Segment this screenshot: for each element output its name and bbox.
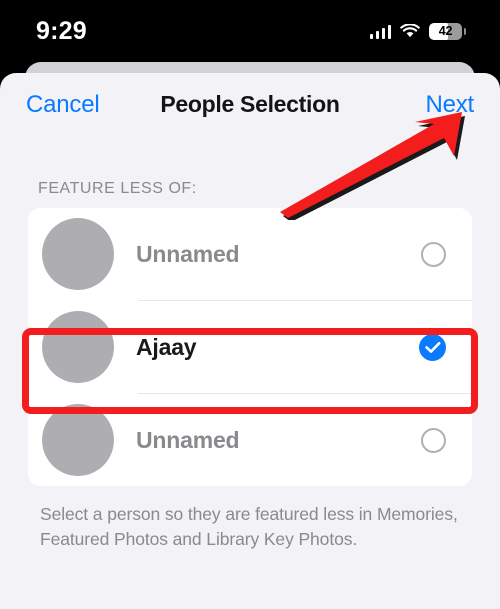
status-bar: 9:29 42 bbox=[0, 0, 500, 62]
person-avatar-placeholder bbox=[42, 311, 114, 383]
list-item[interactable]: Unnamed bbox=[28, 394, 472, 486]
next-button[interactable]: Next bbox=[425, 91, 474, 119]
list-item-label: Ajaay bbox=[136, 333, 197, 360]
person-avatar-placeholder bbox=[42, 218, 114, 290]
navigation-bar: Cancel People Selection Next bbox=[0, 73, 500, 136]
cancel-button[interactable]: Cancel bbox=[26, 91, 100, 119]
radio-unselected-icon[interactable] bbox=[421, 427, 446, 453]
section-header-feature-less-of: FEATURE LESS OF: bbox=[38, 180, 197, 197]
people-list: Unnamed Ajaay Unnamed bbox=[28, 208, 472, 486]
list-item[interactable]: Unnamed bbox=[28, 208, 472, 300]
radio-unselected-icon[interactable] bbox=[421, 241, 446, 267]
list-item-label: Unnamed bbox=[136, 240, 240, 267]
list-item[interactable]: Ajaay bbox=[28, 301, 472, 393]
cellular-signal-icon bbox=[369, 24, 391, 39]
wifi-icon bbox=[400, 23, 420, 39]
status-indicators: 42 bbox=[369, 22, 466, 40]
checkmark-selected-icon[interactable] bbox=[419, 333, 446, 361]
list-item-label: Unnamed bbox=[136, 426, 240, 453]
status-time: 9:29 bbox=[36, 16, 87, 45]
people-selection-sheet: Cancel People Selection Next FEATURE LES… bbox=[0, 73, 500, 609]
person-avatar-placeholder bbox=[42, 404, 114, 476]
battery-level-text: 42 bbox=[438, 24, 453, 38]
battery-icon: 42 bbox=[429, 22, 466, 40]
footer-description: Select a person so they are featured les… bbox=[40, 504, 458, 549]
